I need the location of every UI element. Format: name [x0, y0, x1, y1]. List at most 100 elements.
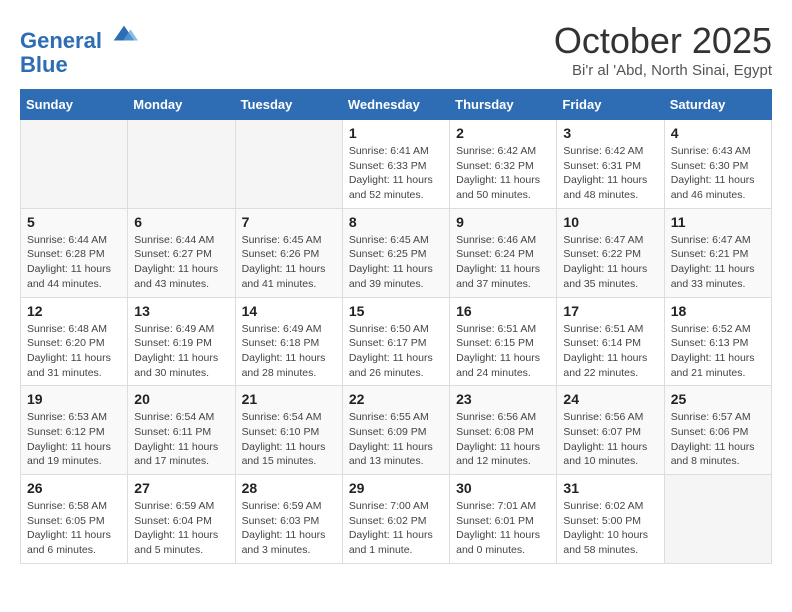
day-detail: Sunrise: 6:54 AM Sunset: 6:10 PM Dayligh…: [242, 410, 336, 469]
logo: General Blue: [20, 20, 138, 77]
calendar-cell: [235, 120, 342, 209]
day-number: 13: [134, 303, 228, 319]
day-detail: Sunrise: 6:43 AM Sunset: 6:30 PM Dayligh…: [671, 144, 765, 203]
calendar-cell: [664, 475, 771, 564]
weekday-header: Thursday: [450, 90, 557, 120]
calendar-cell: 10 Sunrise: 6:47 AM Sunset: 6:22 PM Dayli…: [557, 208, 664, 297]
calendar-cell: 31 Sunrise: 6:02 AM Sunset: 5:00 PM Dayli…: [557, 475, 664, 564]
day-detail: Sunrise: 6:56 AM Sunset: 6:08 PM Dayligh…: [456, 410, 550, 469]
day-number: 26: [27, 480, 121, 496]
calendar-cell: 4Sunrise: 6:43 AM Sunset: 6:30 PM Daylig…: [664, 120, 771, 209]
day-number: 23: [456, 391, 550, 407]
page-header: General Blue October 2025 Bi'r al 'Abd, …: [20, 20, 772, 79]
day-number: 19: [27, 391, 121, 407]
title-block: October 2025 Bi'r al 'Abd, North Sinai, …: [554, 20, 772, 79]
calendar-cell: 7 Sunrise: 6:45 AM Sunset: 6:26 PM Daylig…: [235, 208, 342, 297]
calendar-cell: 23 Sunrise: 6:56 AM Sunset: 6:08 PM Dayli…: [450, 386, 557, 475]
calendar-cell: 26 Sunrise: 6:58 AM Sunset: 6:05 PM Dayli…: [21, 475, 128, 564]
day-detail: Sunrise: 6:51 AM Sunset: 6:15 PM Dayligh…: [456, 322, 550, 381]
day-detail: Sunrise: 6:58 AM Sunset: 6:05 PM Dayligh…: [27, 499, 121, 558]
calendar-cell: 2 Sunrise: 6:42 AM Sunset: 6:32 PM Daylig…: [450, 120, 557, 209]
day-detail: Sunrise: 6:59 AM Sunset: 6:03 PM Dayligh…: [242, 499, 336, 558]
day-number: 14: [242, 303, 336, 319]
day-detail: Sunrise: 7:00 AM Sunset: 6:02 PM Dayligh…: [349, 499, 443, 558]
day-detail: Sunrise: 6:44 AM Sunset: 6:28 PM Dayligh…: [27, 233, 121, 292]
day-detail: Sunrise: 6:46 AM Sunset: 6:24 PM Dayligh…: [456, 233, 550, 292]
weekday-header: Tuesday: [235, 90, 342, 120]
day-detail: Sunrise: 6:45 AM Sunset: 6:25 PM Dayligh…: [349, 233, 443, 292]
calendar-cell: 5 Sunrise: 6:44 AM Sunset: 6:28 PM Daylig…: [21, 208, 128, 297]
calendar-cell: 30Sunrise: 7:01 AM Sunset: 6:01 PM Dayli…: [450, 475, 557, 564]
calendar-cell: 12Sunrise: 6:48 AM Sunset: 6:20 PM Dayli…: [21, 297, 128, 386]
calendar-cell: 11 Sunrise: 6:47 AM Sunset: 6:21 PM Dayli…: [664, 208, 771, 297]
day-number: 16: [456, 303, 550, 319]
weekday-header: Friday: [557, 90, 664, 120]
calendar-table: SundayMondayTuesdayWednesdayThursdayFrid…: [20, 89, 772, 564]
day-detail: Sunrise: 6:48 AM Sunset: 6:20 PM Dayligh…: [27, 322, 121, 381]
calendar-cell: 1Sunrise: 6:41 AM Sunset: 6:33 PM Daylig…: [342, 120, 449, 209]
day-number: 7: [242, 214, 336, 230]
calendar-week-row: 19 Sunrise: 6:53 AM Sunset: 6:12 PM Dayli…: [21, 386, 772, 475]
day-detail: Sunrise: 6:53 AM Sunset: 6:12 PM Dayligh…: [27, 410, 121, 469]
calendar-cell: 9Sunrise: 6:46 AM Sunset: 6:24 PM Daylig…: [450, 208, 557, 297]
day-number: 18: [671, 303, 765, 319]
day-detail: Sunrise: 6:44 AM Sunset: 6:27 PM Dayligh…: [134, 233, 228, 292]
weekday-header: Sunday: [21, 90, 128, 120]
calendar-cell: 6 Sunrise: 6:44 AM Sunset: 6:27 PM Daylig…: [128, 208, 235, 297]
calendar-cell: 17 Sunrise: 6:51 AM Sunset: 6:14 PM Dayli…: [557, 297, 664, 386]
calendar-cell: 20Sunrise: 6:54 AM Sunset: 6:11 PM Dayli…: [128, 386, 235, 475]
day-number: 17: [563, 303, 657, 319]
day-number: 8: [349, 214, 443, 230]
day-detail: Sunrise: 6:52 AM Sunset: 6:13 PM Dayligh…: [671, 322, 765, 381]
calendar-cell: [21, 120, 128, 209]
day-number: 29: [349, 480, 443, 496]
day-detail: Sunrise: 6:51 AM Sunset: 6:14 PM Dayligh…: [563, 322, 657, 381]
calendar-cell: [128, 120, 235, 209]
day-number: 11: [671, 214, 765, 230]
calendar-cell: 18 Sunrise: 6:52 AM Sunset: 6:13 PM Dayli…: [664, 297, 771, 386]
calendar-cell: 19 Sunrise: 6:53 AM Sunset: 6:12 PM Dayli…: [21, 386, 128, 475]
calendar-cell: 13 Sunrise: 6:49 AM Sunset: 6:19 PM Dayli…: [128, 297, 235, 386]
day-detail: Sunrise: 6:47 AM Sunset: 6:22 PM Dayligh…: [563, 233, 657, 292]
calendar-cell: 22 Sunrise: 6:55 AM Sunset: 6:09 PM Dayli…: [342, 386, 449, 475]
calendar-week-row: 12Sunrise: 6:48 AM Sunset: 6:20 PM Dayli…: [21, 297, 772, 386]
calendar-cell: 27Sunrise: 6:59 AM Sunset: 6:04 PM Dayli…: [128, 475, 235, 564]
calendar-week-row: 1Sunrise: 6:41 AM Sunset: 6:33 PM Daylig…: [21, 120, 772, 209]
day-number: 3: [563, 125, 657, 141]
day-detail: Sunrise: 6:57 AM Sunset: 6:06 PM Dayligh…: [671, 410, 765, 469]
day-number: 28: [242, 480, 336, 496]
calendar-cell: 29 Sunrise: 7:00 AM Sunset: 6:02 PM Dayli…: [342, 475, 449, 564]
logo-icon: [110, 20, 138, 48]
day-number: 1: [349, 125, 443, 141]
day-detail: Sunrise: 6:02 AM Sunset: 5:00 PM Dayligh…: [563, 499, 657, 558]
day-detail: Sunrise: 6:42 AM Sunset: 6:32 PM Dayligh…: [456, 144, 550, 203]
logo-text: General: [20, 20, 138, 53]
calendar-cell: 28 Sunrise: 6:59 AM Sunset: 6:03 PM Dayli…: [235, 475, 342, 564]
logo-blue-text: Blue: [20, 53, 138, 77]
day-number: 15: [349, 303, 443, 319]
calendar-cell: 15Sunrise: 6:50 AM Sunset: 6:17 PM Dayli…: [342, 297, 449, 386]
day-number: 21: [242, 391, 336, 407]
day-number: 5: [27, 214, 121, 230]
day-number: 6: [134, 214, 228, 230]
day-detail: Sunrise: 6:49 AM Sunset: 6:18 PM Dayligh…: [242, 322, 336, 381]
day-number: 22: [349, 391, 443, 407]
day-detail: Sunrise: 6:54 AM Sunset: 6:11 PM Dayligh…: [134, 410, 228, 469]
day-number: 30: [456, 480, 550, 496]
weekday-header: Monday: [128, 90, 235, 120]
day-number: 31: [563, 480, 657, 496]
day-detail: Sunrise: 6:59 AM Sunset: 6:04 PM Dayligh…: [134, 499, 228, 558]
day-detail: Sunrise: 6:49 AM Sunset: 6:19 PM Dayligh…: [134, 322, 228, 381]
day-number: 24: [563, 391, 657, 407]
day-detail: Sunrise: 6:47 AM Sunset: 6:21 PM Dayligh…: [671, 233, 765, 292]
calendar-cell: 25Sunrise: 6:57 AM Sunset: 6:06 PM Dayli…: [664, 386, 771, 475]
month-title: October 2025: [554, 20, 772, 62]
calendar-cell: 8 Sunrise: 6:45 AM Sunset: 6:25 PM Daylig…: [342, 208, 449, 297]
calendar-cell: 14 Sunrise: 6:49 AM Sunset: 6:18 PM Dayli…: [235, 297, 342, 386]
calendar-cell: 3Sunrise: 6:42 AM Sunset: 6:31 PM Daylig…: [557, 120, 664, 209]
day-number: 10: [563, 214, 657, 230]
day-detail: Sunrise: 6:55 AM Sunset: 6:09 PM Dayligh…: [349, 410, 443, 469]
day-detail: Sunrise: 6:45 AM Sunset: 6:26 PM Dayligh…: [242, 233, 336, 292]
calendar-cell: 16 Sunrise: 6:51 AM Sunset: 6:15 PM Dayli…: [450, 297, 557, 386]
day-number: 2: [456, 125, 550, 141]
